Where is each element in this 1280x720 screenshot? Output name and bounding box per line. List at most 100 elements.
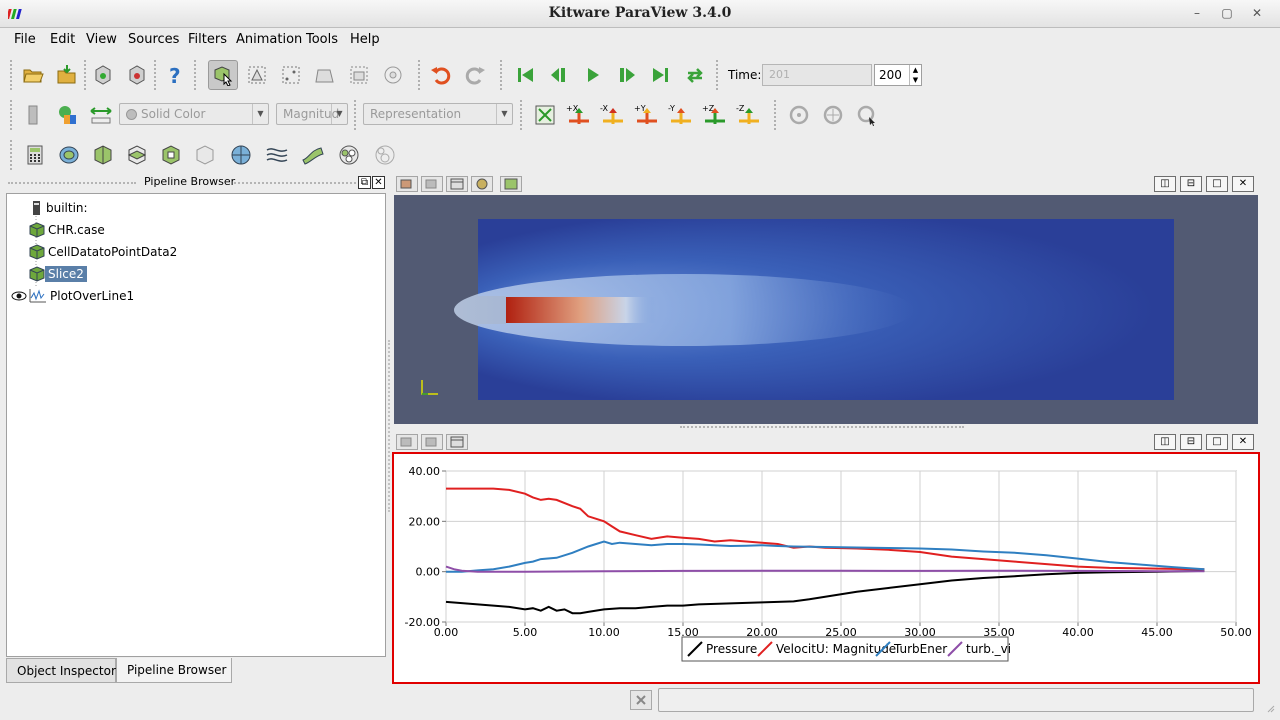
view-plus-z-button[interactable]: +Z <box>700 100 730 130</box>
close-icon[interactable]: ✕ <box>1250 6 1264 20</box>
tree-item-plotoverline1[interactable]: PlotOverLine1 <box>11 287 137 305</box>
view-minus-z-button[interactable]: -Z <box>734 100 764 130</box>
edit-color-map-button[interactable] <box>18 100 48 130</box>
view-minus-y-button[interactable]: -Y <box>666 100 696 130</box>
tab-object-inspector[interactable]: Object Inspector <box>6 658 116 683</box>
play-button[interactable] <box>578 60 608 90</box>
save-data-button[interactable] <box>52 60 82 90</box>
view-plus-y-button[interactable]: +Y <box>632 100 662 130</box>
float-panel-icon[interactable]: ⧉ <box>358 176 371 189</box>
menu-tools[interactable]: Tools <box>306 32 338 47</box>
select-frustum-button[interactable] <box>310 60 340 90</box>
panel-splitter[interactable] <box>388 340 390 512</box>
color-by-combo[interactable]: Solid Color ▼ <box>119 103 269 125</box>
calculator-button[interactable] <box>20 140 50 170</box>
reset-camera-button[interactable] <box>530 100 560 130</box>
rescale-range-button[interactable] <box>86 100 116 130</box>
slice-button[interactable] <box>122 140 152 170</box>
extract-level-button[interactable] <box>370 140 400 170</box>
close-view-icon[interactable]: ✕ <box>1232 176 1254 192</box>
tree-item-slice2[interactable]: Slice2 <box>29 265 87 283</box>
maximize-icon[interactable]: ▢ <box>1220 6 1234 20</box>
timestep-spinbox[interactable]: 200 ▲ ▼ <box>874 64 922 86</box>
disconnect-button[interactable] <box>122 60 152 90</box>
glyph-button[interactable] <box>226 140 256 170</box>
camera-redo-button[interactable] <box>421 176 443 192</box>
center-rotation-button[interactable] <box>818 100 848 130</box>
stream-tracer-button[interactable] <box>262 140 292 170</box>
split-vertical-icon[interactable]: ⊟ <box>1180 176 1202 192</box>
capture-view-button[interactable] <box>500 176 522 192</box>
undo-button[interactable] <box>426 60 456 90</box>
split-horizontal-icon[interactable]: ◫ <box>1154 434 1176 450</box>
threshold-button[interactable] <box>156 140 186 170</box>
maximize-view-icon[interactable]: □ <box>1206 176 1228 192</box>
menu-sources[interactable]: Sources <box>128 32 179 47</box>
previous-frame-button[interactable] <box>544 60 574 90</box>
tab-pipeline-browser[interactable]: Pipeline Browser <box>116 658 232 683</box>
previous-frame-icon <box>551 68 565 82</box>
view-splitter[interactable] <box>680 426 964 428</box>
reset-selection-button[interactable] <box>378 60 408 90</box>
view-settings-button[interactable] <box>446 176 468 192</box>
first-frame-button[interactable] <box>510 60 540 90</box>
split-vertical-icon[interactable]: ⊟ <box>1180 434 1202 450</box>
folder-save-icon <box>57 65 76 84</box>
maximize-view-icon[interactable]: □ <box>1206 434 1228 450</box>
redo-button[interactable] <box>460 60 490 90</box>
view-minus-x-button[interactable]: -X <box>598 100 628 130</box>
warp-vector-button[interactable] <box>298 140 328 170</box>
render-view[interactable] <box>394 195 1258 424</box>
menu-help[interactable]: Help <box>350 32 380 47</box>
extract-subset-button[interactable] <box>190 140 220 170</box>
select-cells-button[interactable] <box>242 60 272 90</box>
abort-button[interactable] <box>630 690 652 710</box>
time-label: Time: <box>728 68 762 82</box>
line-chart-view[interactable]: 0.00 5.00 10.00 15.00 20.00 25.00 30.00 35.00 40… <box>392 452 1260 684</box>
select-points-button[interactable] <box>276 60 306 90</box>
connect-button[interactable] <box>88 60 118 90</box>
spin-arrows-icon[interactable]: ▲ ▼ <box>909 65 921 85</box>
color-legend-button[interactable] <box>52 100 82 130</box>
menu-file[interactable]: File <box>14 32 36 47</box>
group-datasets-button[interactable] <box>334 140 364 170</box>
close-panel-icon[interactable]: ✕ <box>372 176 385 189</box>
menu-filters[interactable]: Filters <box>188 32 227 47</box>
data-cube-icon <box>29 222 45 238</box>
help-button[interactable]: ? <box>160 60 190 90</box>
menu-view[interactable]: View <box>86 32 117 47</box>
chart-camera-undo-button[interactable] <box>396 434 418 450</box>
next-frame-button[interactable] <box>612 60 642 90</box>
tree-item-chr-case[interactable]: CHR.case <box>29 221 108 239</box>
clip-button[interactable] <box>88 140 118 170</box>
contour-button[interactable] <box>54 140 84 170</box>
camera-undo-button[interactable] <box>396 176 418 192</box>
loop-button[interactable] <box>680 60 710 90</box>
view-plus-x-button[interactable]: +X <box>564 100 594 130</box>
folder-open-icon <box>23 69 44 83</box>
dock-grip[interactable] <box>234 182 360 185</box>
lookmark-button[interactable] <box>471 176 493 192</box>
eye-icon[interactable] <box>11 289 27 303</box>
split-horizontal-icon[interactable]: ◫ <box>1154 176 1176 192</box>
menu-edit[interactable]: Edit <box>50 32 75 47</box>
tree-item-celldatatopointdata2[interactable]: CellDatatoPointData2 <box>29 243 180 261</box>
menu-animation[interactable]: Animation <box>236 32 302 47</box>
open-file-button[interactable] <box>18 60 48 90</box>
time-field[interactable]: 201 <box>762 64 872 86</box>
representation-combo[interactable]: Representation ▼ <box>363 103 513 125</box>
component-combo[interactable]: Magnitud ▼ <box>276 103 348 125</box>
tree-item-builtin[interactable]: builtin: <box>29 199 91 217</box>
chart-settings-button[interactable] <box>446 434 468 450</box>
dock-grip[interactable] <box>8 182 136 185</box>
select-block-button[interactable] <box>344 60 374 90</box>
interact-button[interactable] <box>208 60 238 90</box>
resize-grip-icon[interactable] <box>1266 700 1276 714</box>
y-tick-label: 20.00 <box>409 515 441 528</box>
minimize-icon[interactable]: – <box>1190 6 1204 20</box>
chart-camera-redo-button[interactable] <box>421 434 443 450</box>
last-frame-button[interactable] <box>646 60 676 90</box>
close-view-icon[interactable]: ✕ <box>1232 434 1254 450</box>
pick-center-button[interactable] <box>852 100 882 130</box>
rotate-90-button[interactable] <box>784 100 814 130</box>
